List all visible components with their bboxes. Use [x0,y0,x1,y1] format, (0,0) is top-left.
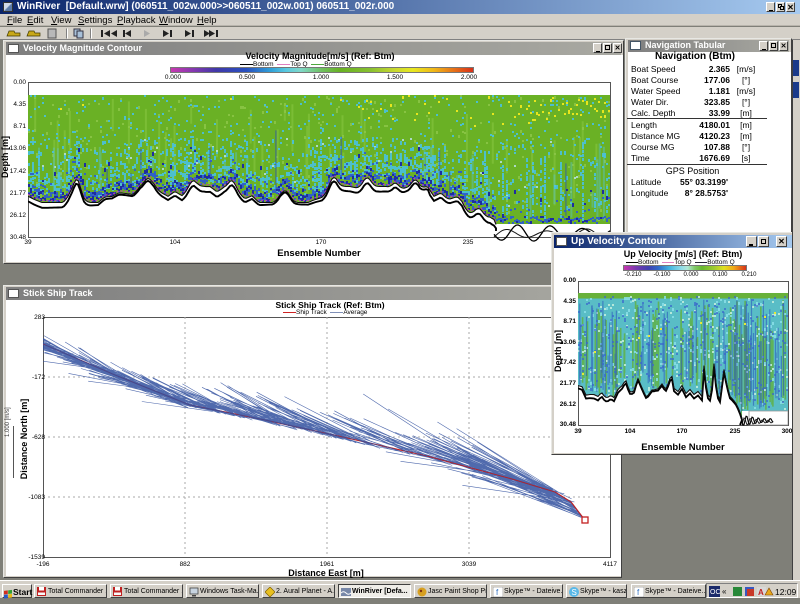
svg-text:OC: OC [710,589,721,596]
svg-text:«: « [722,587,727,596]
svg-text:S: S [572,588,577,597]
